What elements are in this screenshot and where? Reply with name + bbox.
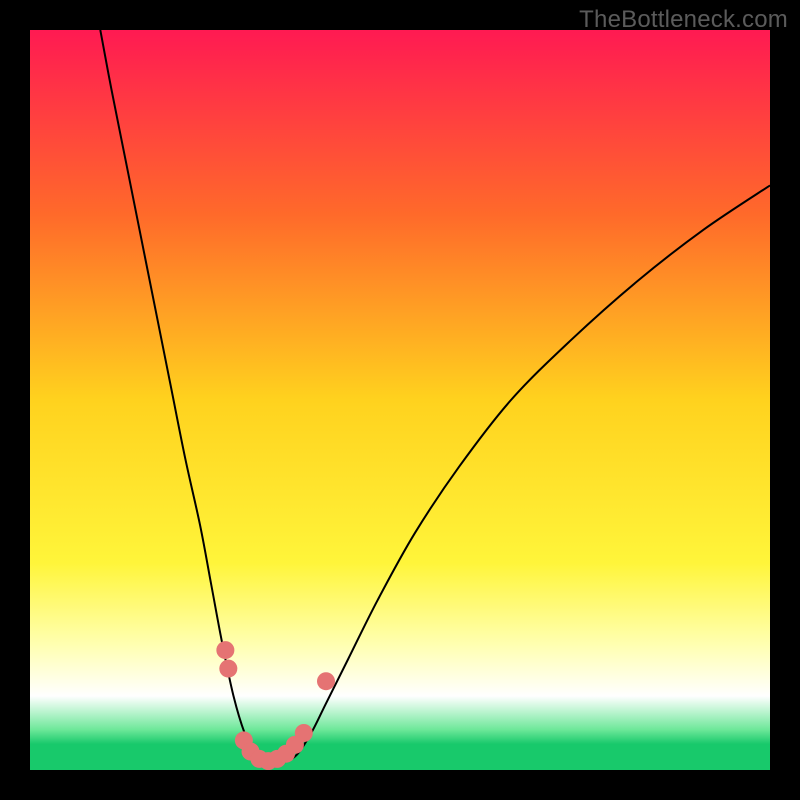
bottleneck-chart — [30, 30, 770, 770]
chart-frame: TheBottleneck.com — [0, 0, 800, 800]
gradient-background — [30, 30, 770, 770]
marker-dot — [317, 672, 335, 690]
plot-area — [30, 30, 770, 770]
marker-dot — [219, 660, 237, 678]
marker-dot — [295, 724, 313, 742]
marker-dot — [216, 641, 234, 659]
